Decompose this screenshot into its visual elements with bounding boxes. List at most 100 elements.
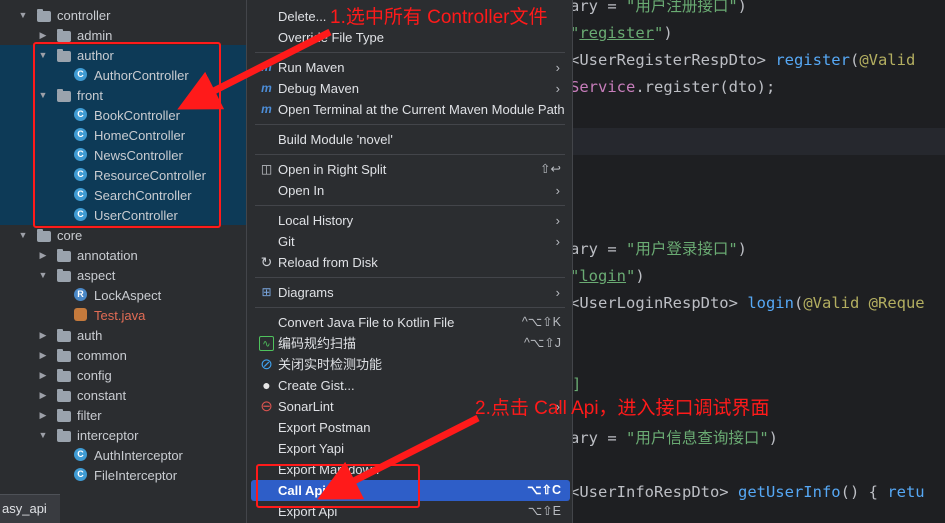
code-token: register	[579, 24, 654, 42]
tree-item-authinterceptor[interactable]: C AuthInterceptor	[0, 445, 246, 465]
menu-item-git[interactable]: Git ›	[251, 231, 570, 252]
tree-item-filter[interactable]: ▶ filter	[0, 405, 246, 425]
menu-item-open-in[interactable]: Open In ›	[251, 180, 570, 201]
shortcut-label: ^⌥⇧K	[521, 315, 561, 329]
chevron-right-icon[interactable]: ▶	[38, 30, 48, 41]
chevron-right-icon[interactable]: ▶	[38, 370, 48, 381]
menu-item-label: Open In	[278, 183, 325, 198]
code-line[interactable]: <UserLoginRespDto> login(@Valid @Reque	[570, 290, 925, 317]
code-token: Service	[570, 78, 636, 96]
tree-item-auth[interactable]: ▶ auth	[0, 325, 246, 345]
menu-item-diagrams[interactable]: ⊞ Diagrams ›	[251, 282, 570, 303]
code-line[interactable]: Service.register(dto);	[570, 74, 775, 101]
menu-item-label: Run Maven	[278, 60, 345, 75]
tree-item-label: LockAspect	[94, 287, 162, 303]
tree-item-label: controller	[57, 7, 111, 23]
chevron-right-icon[interactable]: ▶	[38, 250, 48, 261]
code-token: .register(dto);	[635, 78, 776, 96]
code-token: )	[768, 429, 779, 447]
code-line[interactable]: ary = "用户信息查询接口")	[570, 425, 778, 452]
tree-item-annotation[interactable]: ▶ annotation	[0, 245, 246, 265]
tree-item-label: auth	[77, 327, 103, 343]
menu-separator	[255, 124, 565, 125]
menu-separator	[255, 277, 565, 278]
tree-item-fileinterceptor[interactable]: C FileInterceptor	[0, 465, 246, 485]
code-token: login	[747, 294, 794, 312]
folder-icon	[57, 389, 71, 402]
menu-item-open-terminal-at-the-current-maven-module-path[interactable]: m Open Terminal at the Current Maven Modu…	[251, 99, 570, 120]
chevron-right-icon: ›	[555, 183, 560, 198]
annotation-step1: 1.选中所有 Controller文件	[330, 7, 548, 28]
github-icon: ●	[262, 377, 271, 393]
menu-item-open-in-right-split[interactable]: ◫ Open in Right Split ⇧↩	[251, 159, 570, 180]
chevron-right-icon[interactable]: ▶	[38, 350, 48, 361]
code-line[interactable]: <UserRegisterRespDto> register(@Valid	[570, 47, 915, 74]
split-icon: ◫	[260, 162, 273, 176]
code-token: <UserRegisterRespDto>	[570, 51, 776, 69]
menu-item-export-yapi[interactable]: Export Yapi	[251, 438, 570, 459]
chevron-right-icon[interactable]: ▶	[38, 330, 48, 341]
menu-item-label: 编码规约扫描	[278, 336, 357, 351]
code-token: ary =	[570, 429, 626, 447]
block-icon: ⊘	[260, 356, 273, 373]
chevron-right-icon[interactable]: ▶	[38, 410, 48, 421]
code-token: <UserInfoRespDto>	[570, 483, 738, 501]
folder-icon	[57, 349, 71, 362]
menu-item-build-module-novel[interactable]: Build Module 'novel'	[251, 129, 570, 150]
menu-item-[interactable]: ∿ 编码规约扫描 ^⌥⇧J	[251, 333, 570, 354]
bottom-tool-tab[interactable]: asy_api	[0, 494, 60, 523]
menu-separator	[255, 52, 565, 53]
code-line[interactable]: <UserInfoRespDto> getUserInfo() { retu	[570, 479, 925, 506]
menu-item-convert-java-file-to-kotlin-file[interactable]: Convert Java File to Kotlin File ^⌥⇧K	[251, 312, 570, 333]
menu-item-reload-from-disk[interactable]: ↻ Reload from Disk	[251, 252, 570, 273]
tree-item-core[interactable]: ▼ core	[0, 225, 246, 245]
tree-item-label: common	[77, 347, 127, 363]
tree-item-interceptor[interactable]: ▼ interceptor	[0, 425, 246, 445]
code-token: login	[579, 267, 627, 285]
menu-item-label: Export Postman	[278, 420, 371, 435]
menu-item-run-maven[interactable]: m Run Maven ›	[251, 57, 570, 78]
tree-item-test-java[interactable]: Test.java	[0, 305, 246, 325]
tree-item-common[interactable]: ▶ common	[0, 345, 246, 365]
tree-item-constant[interactable]: ▶ constant	[0, 385, 246, 405]
java-class-icon: R	[74, 288, 87, 301]
menu-item-local-history[interactable]: Local History ›	[251, 210, 570, 231]
java-class-icon: C	[74, 468, 87, 481]
code-line[interactable]: ary = "用户注册接口")	[570, 0, 747, 20]
chevron-down-icon[interactable]: ▼	[38, 430, 48, 440]
folder-icon	[57, 329, 71, 342]
menu-item-override-file-type[interactable]: Override File Type	[251, 27, 570, 48]
code-token: (	[849, 51, 860, 69]
folder-icon	[57, 429, 71, 442]
maven-icon: m	[261, 60, 272, 74]
code-line[interactable]: ary = "用户登录接口")	[570, 236, 747, 263]
menu-item-[interactable]: ⊘ 关闭实时检测功能	[251, 354, 570, 375]
code-token: "用户信息查询接口"	[626, 429, 769, 447]
folder-icon	[37, 229, 51, 242]
chevron-down-icon[interactable]: ▼	[18, 10, 28, 20]
chevron-right-icon: ›	[555, 81, 560, 96]
tree-item-aspect[interactable]: ▼ aspect	[0, 265, 246, 285]
chevron-down-icon[interactable]: ▼	[18, 230, 28, 240]
code-token: )	[737, 240, 748, 258]
code-token: <UserLoginRespDto>	[570, 294, 748, 312]
menu-item-export-postman[interactable]: Export Postman	[251, 417, 570, 438]
code-token: @Valid @Reque	[803, 294, 925, 312]
code-token: retu	[887, 483, 925, 501]
menu-item-label: Git	[278, 234, 295, 249]
tree-item-label: aspect	[77, 267, 116, 283]
chevron-right-icon[interactable]: ▶	[38, 390, 48, 401]
code-line[interactable]: "login")	[570, 263, 645, 290]
code-editor[interactable]: ary = "用户注册接口") "register") <UserRegisterR…	[560, 0, 945, 523]
code-token: )	[635, 267, 645, 285]
tree-item-config[interactable]: ▶ config	[0, 365, 246, 385]
menu-item-debug-maven[interactable]: m Debug Maven ›	[251, 78, 570, 99]
tree-item-lockaspect[interactable]: R LockAspect	[0, 285, 246, 305]
tree-item-label: AuthInterceptor	[94, 447, 183, 463]
menu-item-label: SonarLint	[278, 399, 334, 414]
chevron-down-icon[interactable]: ▼	[38, 270, 48, 280]
tree-item-controller[interactable]: ▼ controller	[0, 5, 246, 25]
code-line[interactable]: "register")	[570, 20, 673, 47]
folder-icon	[57, 249, 71, 262]
shortcut-label: ⇧↩	[540, 162, 561, 176]
